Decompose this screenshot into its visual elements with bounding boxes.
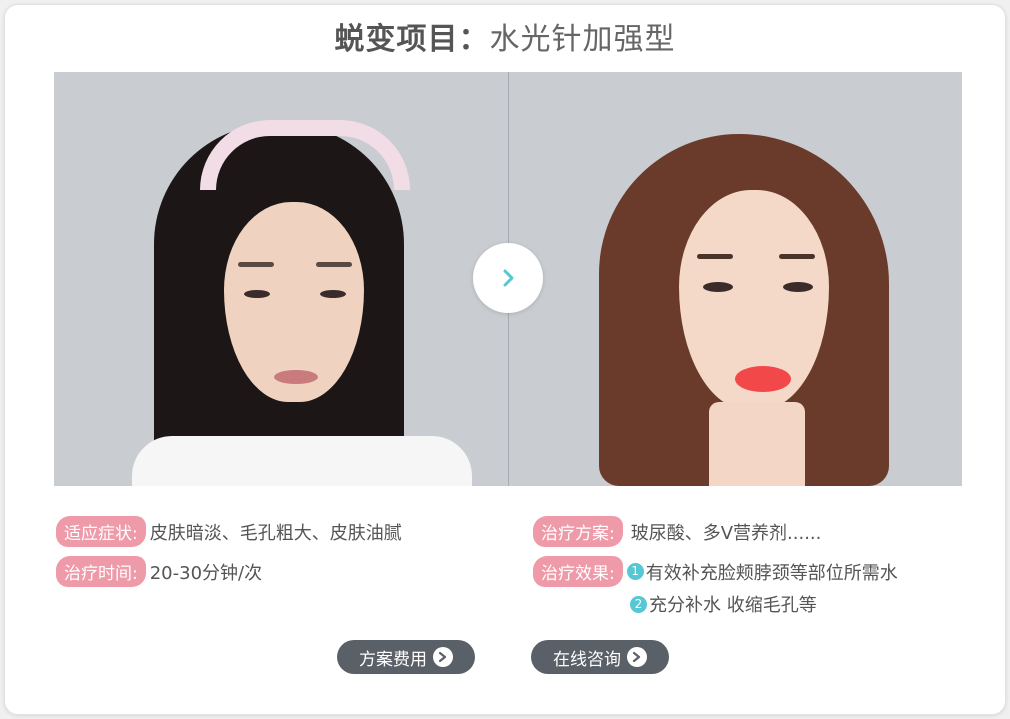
title-project-name: 水光针加强型 [489,22,676,57]
treatment-plan-tag: 治疗方案: [533,516,623,547]
before-left-eye [244,290,270,298]
plan-cost-label: 方案费用 [359,649,427,670]
after-right-eye [783,282,813,292]
before-right-eye [320,290,346,298]
info-indications: 适应症状: 皮肤暗淡、毛孔粗大、皮肤油腻 [56,516,402,547]
before-right-brow [316,262,352,267]
treatment-plan-value: 玻尿酸、多V营养剂...... [630,522,822,544]
after-lips [735,366,791,392]
info-treatment-effect-2: 2 充分补水 收缩毛孔等 [630,591,817,617]
plan-cost-button[interactable]: 方案费用 [337,640,475,674]
chevron-right-icon [503,269,514,287]
treatment-time-tag: 治疗时间: [56,556,146,587]
after-left-brow [697,254,733,259]
before-headband [200,120,410,190]
indications-value: 皮肤暗淡、毛孔粗大、皮肤油腻 [149,522,402,544]
after-photo [509,72,962,486]
indications-tag: 适应症状: [56,516,146,547]
before-lips [274,370,318,384]
info-treatment-plan: 治疗方案: 玻尿酸、多V营养剂...... [533,516,821,547]
effect-number-2: 2 [630,595,647,613]
arrow-right-icon [433,647,453,667]
info-treatment-effect: 治疗效果: 1 有效补充脸颊脖颈等部位所需水 [533,556,898,587]
before-left-brow [238,262,274,267]
after-neck [709,402,805,486]
info-treatment-time: 治疗时间: 20-30分钟/次 [56,556,262,587]
treatment-effect-tag: 治疗效果: [533,556,623,587]
effect-item-1: 有效补充脸颊脖颈等部位所需水 [645,562,898,584]
online-consult-label: 在线咨询 [553,649,621,670]
compare-next-button[interactable] [473,243,543,313]
before-after-photos [54,72,962,486]
effect-number-1: 1 [626,563,644,580]
page-title: 蜕变项目：水光针加强型 [0,14,1010,58]
title-bold: 蜕变项目： [334,22,490,57]
after-right-brow [779,254,815,259]
effect-item-2: 充分补水 收缩毛孔等 [649,595,817,616]
online-consult-button[interactable]: 在线咨询 [531,640,669,674]
arrow-right-icon [627,647,647,667]
before-photo [54,72,508,486]
after-left-eye [703,282,733,292]
treatment-time-value: 20-30分钟/次 [149,562,263,584]
before-shirt [132,436,472,486]
